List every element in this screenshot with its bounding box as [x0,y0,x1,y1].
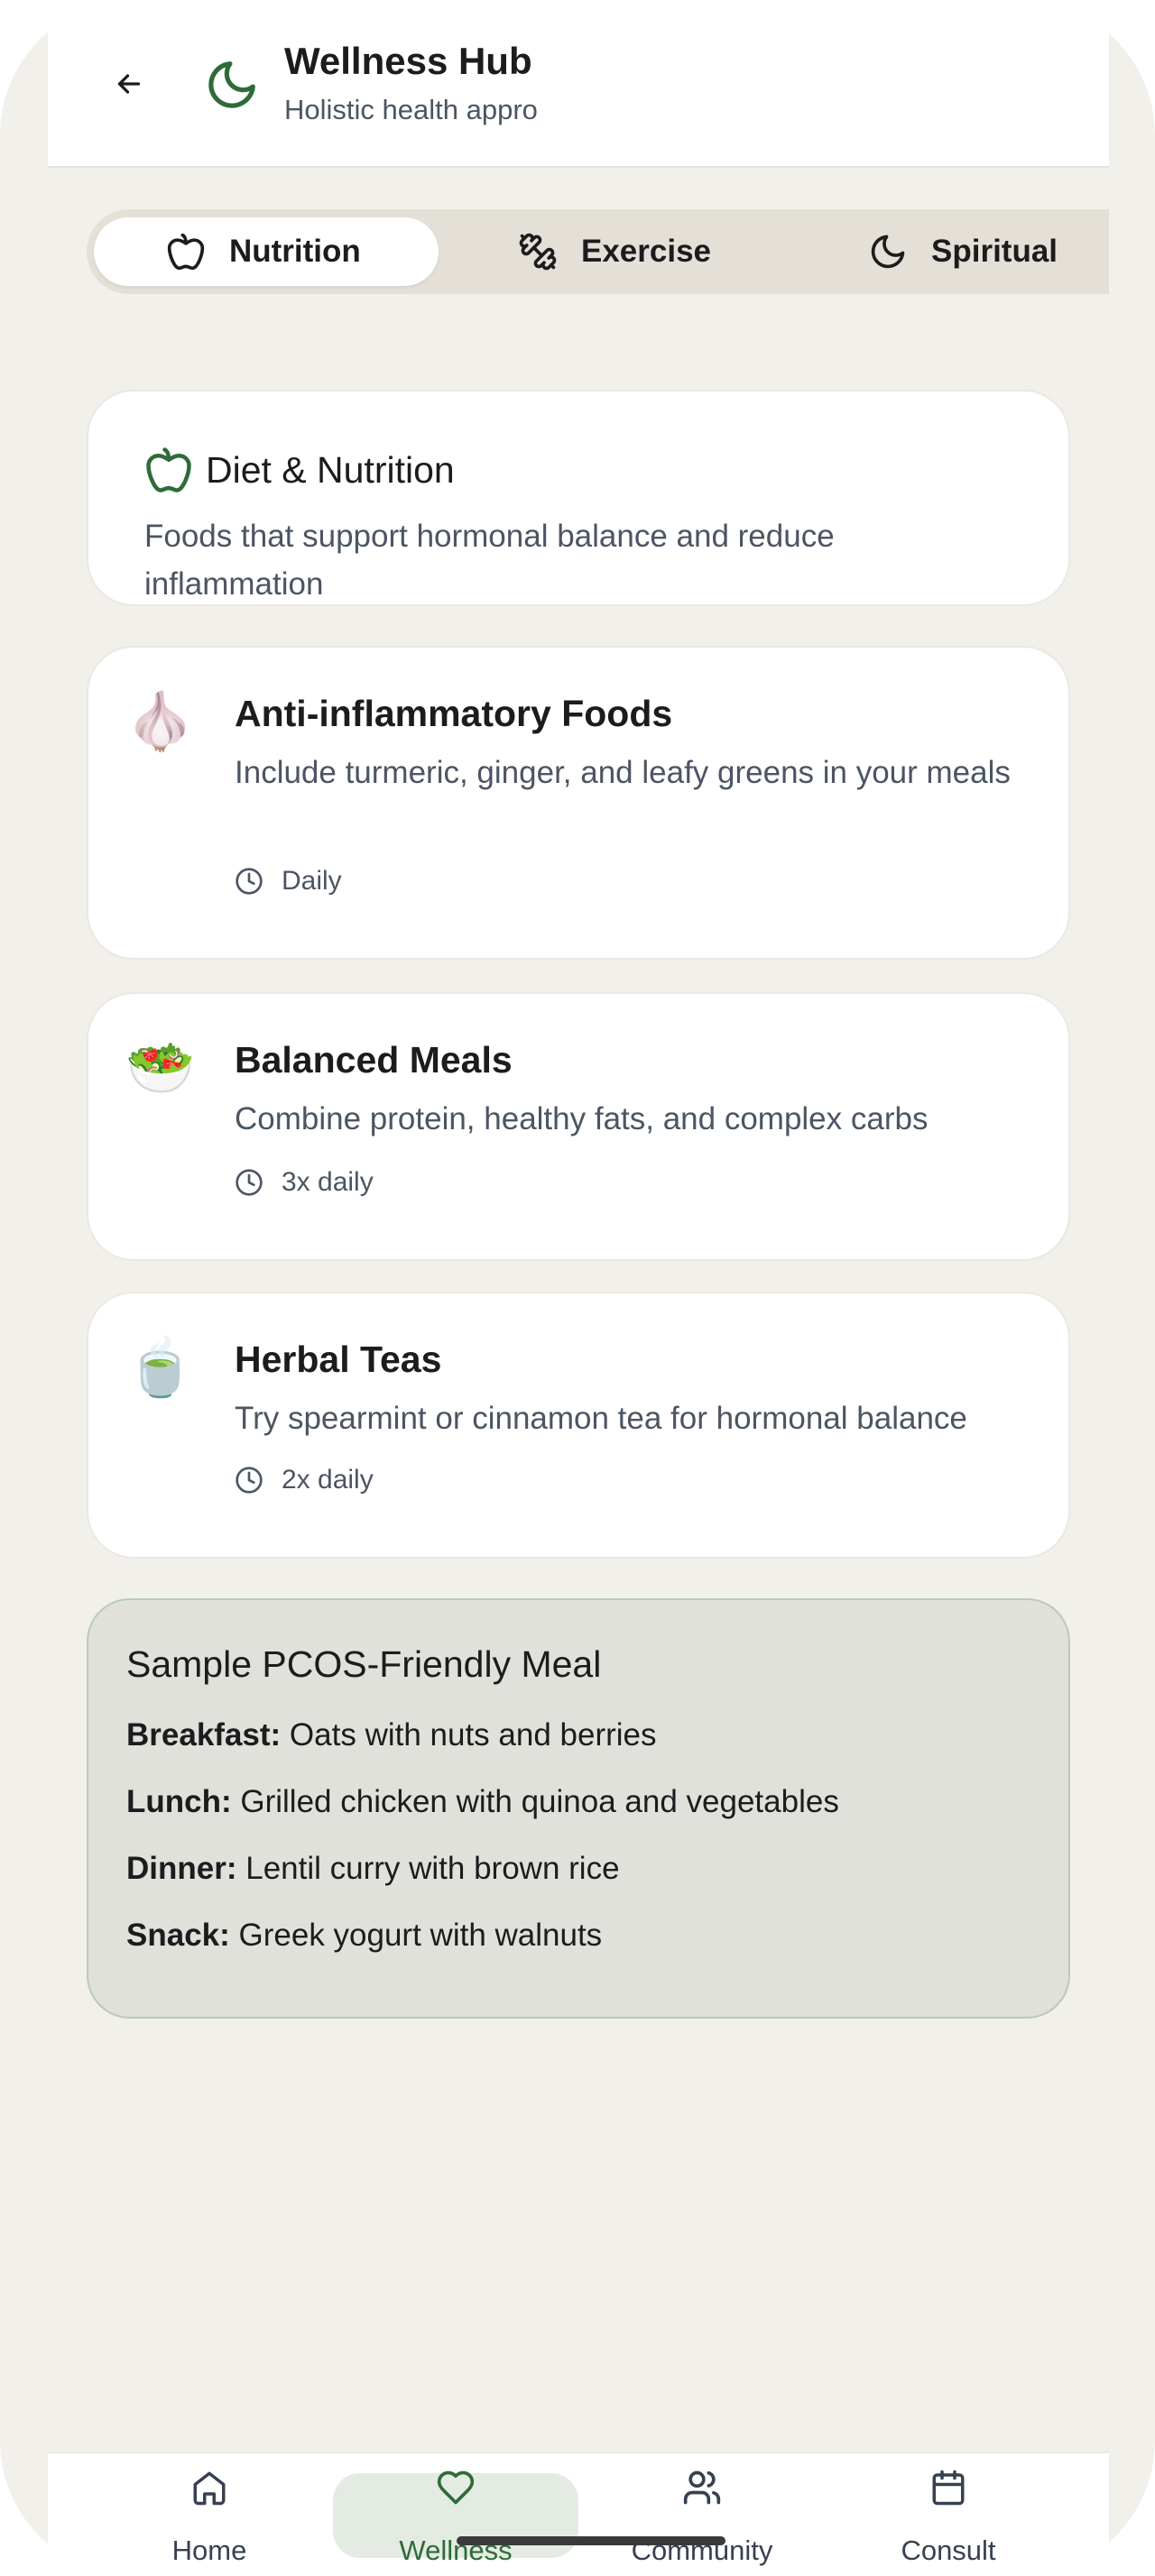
nav-wellness[interactable]: Wellness [333,2453,578,2576]
nav-label: Home [171,2535,247,2566]
meal-row: Breakfast: Oats with nuts and berries [126,1717,657,1753]
tip-card[interactable]: 🥗 Balanced Meals Combine protein, health… [87,992,1070,1261]
meal-row: Dinner: Lentil curry with brown rice [126,1851,620,1887]
sample-meal-title: Sample PCOS-Friendly Meal [126,1643,602,1685]
home-icon [190,2462,228,2513]
nav-consult[interactable]: Consult [826,2453,1071,2576]
clock-icon [236,1467,263,1494]
tip-frequency: Daily [235,866,342,897]
bottom-navigation: Home Wellness Community Consult [48,2452,1109,2576]
meal-row: Lunch: Grilled chicken with quinoa and v… [126,1784,839,1820]
tip-title: Balanced Meals [235,1039,513,1081]
tab-exercise[interactable]: Exercise [518,217,711,286]
app-screen: Wellness Hub Holistic health appro Nutri… [0,0,1155,2576]
clock-icon [236,868,263,895]
meal-label: Lunch: [126,1784,232,1819]
tip-card[interactable]: 🧄 Anti-inflammatory Foods Include turmer… [87,646,1070,960]
moon-icon [871,235,905,269]
nav-community[interactable]: Community [579,2453,825,2576]
sample-meal-card: Sample PCOS-Friendly Meal Breakfast: Oat… [87,1598,1070,2019]
apple-icon [167,233,205,271]
tab-nutrition[interactable]: Nutrition [94,217,439,286]
meal-row: Snack: Greek yogurt with walnuts [126,1918,602,1954]
tip-description: Include turmeric, ginger, and leafy gree… [235,755,1011,790]
tip-description: Combine protein, healthy fats, and compl… [235,1101,929,1136]
apple-icon [146,447,191,492]
dumbbell-icon [519,233,557,271]
tea-icon: 🍵 [125,1334,196,1400]
garlic-icon: 🧄 [125,688,196,754]
section-heading: Diet & Nutrition [144,446,455,494]
section-title: Diet & Nutrition [206,448,455,491]
frequency-label: 2x daily [282,1465,374,1495]
salad-icon: 🥗 [125,1035,196,1100]
arrow-left-icon [117,74,141,94]
meal-value: Grilled chicken with quinoa and vegetabl… [231,1784,839,1819]
heart-icon [436,2462,476,2513]
users-icon [682,2462,722,2513]
frequency-label: Daily [282,866,342,896]
calendar-icon [929,2462,967,2513]
page-subtitle: Holistic health appro [284,94,538,125]
tab-label: Spiritual [931,234,1058,269]
tip-description: Try spearmint or cinnamon tea for hormon… [235,1401,967,1436]
tip-title: Herbal Teas [235,1339,442,1380]
page-title: Wellness Hub [284,40,532,82]
frequency-label: 3x daily [282,1167,374,1197]
meal-value: Greek yogurt with walnuts [229,1918,603,1953]
tip-frequency: 2x daily [235,1465,374,1495]
nav-home[interactable]: Home [87,2453,332,2576]
meal-label: Breakfast: [126,1717,282,1753]
clock-icon [236,1169,263,1196]
tab-spiritual[interactable]: Spiritual [868,217,1058,286]
tip-frequency: 3x daily [235,1167,374,1198]
tip-title: Anti-inflammatory Foods [235,693,673,734]
section-intro-card: Diet & Nutrition Foods that support horm… [87,390,1070,606]
meal-value: Lentil curry with brown rice [236,1851,620,1886]
moon-icon [194,47,270,123]
tab-label: Nutrition [229,234,361,269]
meal-label: Dinner: [126,1851,237,1886]
back-button[interactable] [99,54,159,114]
section-description: Foods that support hormonal balance and … [144,519,835,602]
meal-value: Oats with nuts and berries [281,1717,657,1753]
home-indicator[interactable] [457,2536,725,2545]
app-header: Wellness Hub Holistic health appro [48,0,1109,168]
meal-label: Snack: [126,1918,230,1953]
tab-label: Exercise [581,234,712,269]
nav-label: Consult [901,2535,996,2566]
category-tabs: Nutrition Exercise Spiritual [87,209,1109,294]
tip-card[interactable]: 🍵 Herbal Teas Try spearmint or cinnamon … [87,1292,1070,1559]
